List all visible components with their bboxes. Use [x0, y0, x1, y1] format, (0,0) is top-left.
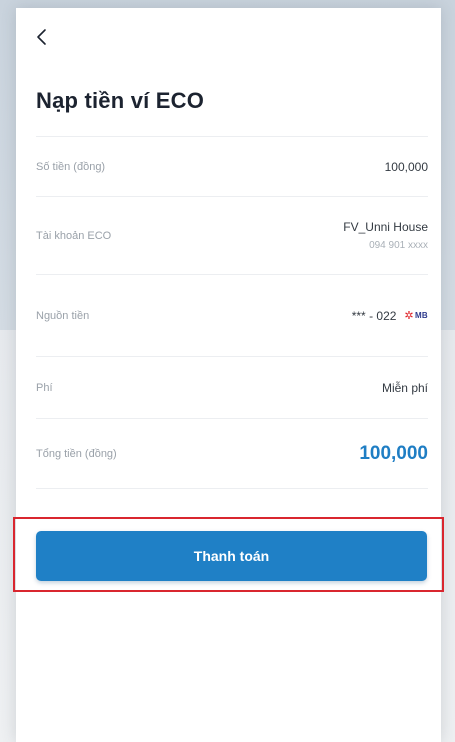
chevron-left-icon: [37, 29, 46, 45]
star-icon: ✲: [404, 310, 414, 322]
payment-screen: Nạp tiền ví ECO Số tiền (đồng) 100,000 T…: [16, 8, 441, 742]
eco-account-name: FV_Unni House: [343, 220, 428, 234]
page-title: Nạp tiền ví ECO: [36, 88, 205, 113]
amount-row: Số tiền (đồng) 100,000: [36, 137, 428, 197]
eco-account-phone: 094 901 xxxx: [369, 240, 428, 251]
fee-label: Phí: [36, 381, 53, 394]
transaction-details: Số tiền (đồng) 100,000 Tài khoản ECO FV_…: [36, 136, 428, 489]
fee-value: Miễn phí: [381, 380, 428, 395]
total-row: Tổng tiền (đồng) 100,000: [36, 419, 428, 489]
amount-value: 100,000: [384, 159, 428, 174]
source-row[interactable]: Nguồn tiền *** - 022 ✲ MB: [36, 275, 428, 357]
pay-button[interactable]: Thanh toán: [36, 531, 427, 581]
fee-row: Phí Miễn phí: [36, 357, 428, 419]
source-account-number: *** - 022: [351, 308, 397, 323]
source-label: Nguồn tiền: [36, 309, 90, 322]
bank-logo-text: MB: [414, 311, 428, 320]
back-button[interactable]: [26, 22, 56, 52]
source-value: *** - 022 ✲ MB: [352, 309, 428, 323]
eco-account-value: FV_Unni House 094 901 xxxx: [343, 220, 428, 251]
total-value: 100,000: [359, 442, 428, 464]
total-label: Tổng tiền (đồng): [36, 447, 117, 460]
mb-bank-logo: ✲ MB: [404, 309, 428, 322]
amount-label: Số tiền (đồng): [36, 160, 106, 173]
eco-account-label: Tài khoản ECO: [36, 229, 112, 242]
eco-account-row: Tài khoản ECO FV_Unni House 094 901 xxxx: [36, 197, 428, 275]
